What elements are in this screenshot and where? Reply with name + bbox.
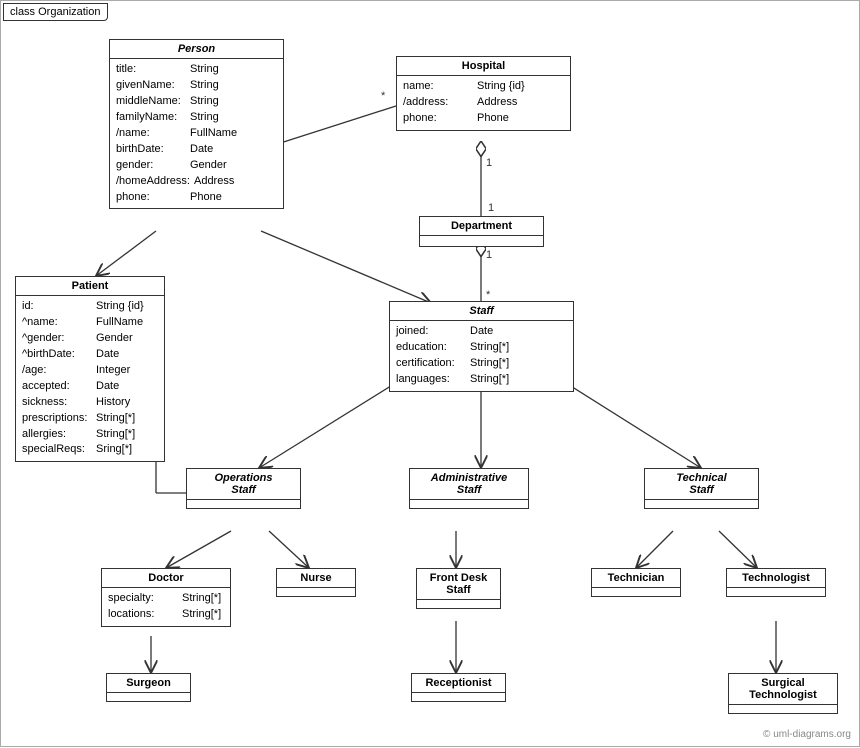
technical-staff-box: Technical Staff xyxy=(644,468,759,509)
technologist-title: Technologist xyxy=(727,569,825,588)
surgical-technologist-box: Surgical Technologist xyxy=(728,673,838,714)
administrative-staff-box: Administrative Staff xyxy=(409,468,529,509)
svg-text:1: 1 xyxy=(488,202,494,214)
patient-body: id:String {id} ^name:FullName ^gender:Ge… xyxy=(16,296,164,461)
operations-staff-box: Operations Staff xyxy=(186,468,301,509)
person-title: Person xyxy=(110,40,283,59)
technical-staff-title: Technical Staff xyxy=(645,469,758,500)
doctor-box: Doctor specialty:String[*] locations:Str… xyxy=(101,568,231,627)
technician-title: Technician xyxy=(592,569,680,588)
staff-box: Staff joined:Date education:String[*] ce… xyxy=(389,301,574,392)
front-desk-staff-title: Front Desk Staff xyxy=(417,569,500,600)
diagram-title: class Organization xyxy=(3,3,108,21)
patient-box: Patient id:String {id} ^name:FullName ^g… xyxy=(15,276,165,462)
hospital-title: Hospital xyxy=(397,57,570,76)
hospital-body: name:String {id} /address:Address phone:… xyxy=(397,76,570,130)
technologist-box: Technologist xyxy=(726,568,826,597)
receptionist-box: Receptionist xyxy=(411,673,506,702)
receptionist-title: Receptionist xyxy=(412,674,505,693)
operations-staff-title: Operations Staff xyxy=(187,469,300,500)
surgeon-title: Surgeon xyxy=(107,674,190,693)
svg-text:*: * xyxy=(381,90,386,102)
technician-box: Technician xyxy=(591,568,681,597)
front-desk-staff-box: Front Desk Staff xyxy=(416,568,501,609)
person-box: Person title:String givenName:String mid… xyxy=(109,39,284,209)
administrative-staff-title: Administrative Staff xyxy=(410,469,528,500)
department-box: Department xyxy=(419,216,544,247)
person-body: title:String givenName:String middleName… xyxy=(110,59,283,208)
doctor-title: Doctor xyxy=(102,569,230,588)
watermark: © uml-diagrams.org xyxy=(763,729,851,740)
doctor-body: specialty:String[*] locations:String[*] xyxy=(102,588,230,626)
surgeon-box: Surgeon xyxy=(106,673,191,702)
surgical-technologist-title: Surgical Technologist xyxy=(729,674,837,705)
nurse-title: Nurse xyxy=(277,569,355,588)
svg-text:1: 1 xyxy=(486,249,492,261)
svg-text:*: * xyxy=(486,289,491,301)
hospital-box: Hospital name:String {id} /address:Addre… xyxy=(396,56,571,131)
staff-body: joined:Date education:String[*] certific… xyxy=(390,321,573,391)
patient-title: Patient xyxy=(16,277,164,296)
diagram-container: class Organization xyxy=(0,0,860,747)
department-body xyxy=(420,236,543,246)
department-title: Department xyxy=(420,217,543,236)
nurse-box: Nurse xyxy=(276,568,356,597)
svg-text:1: 1 xyxy=(486,157,492,169)
staff-title: Staff xyxy=(390,302,573,321)
